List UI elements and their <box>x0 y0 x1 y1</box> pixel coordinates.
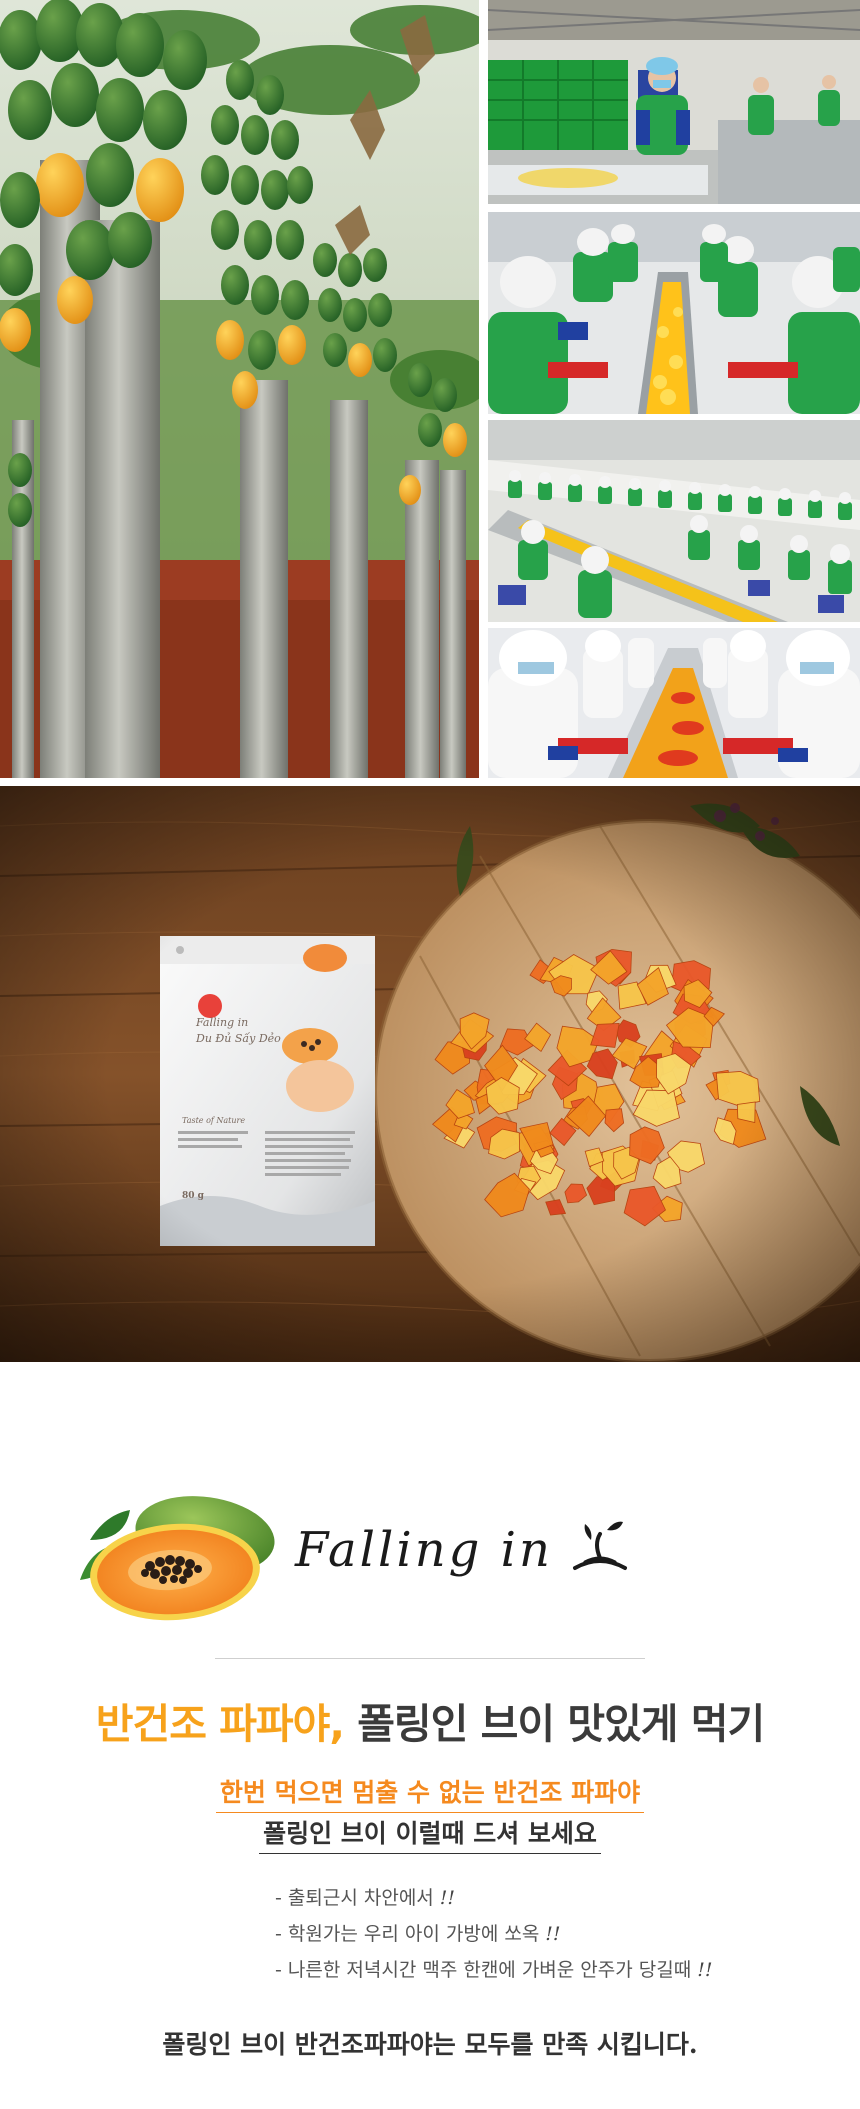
factory-photo-cutting <box>488 212 860 414</box>
list-item: - 나른한 저녁시간 맥주 한캔에 가벼운 안주가 당길때!! <box>275 1952 795 1988</box>
factory-photo-line <box>488 420 860 622</box>
papaya-orchard-photo <box>0 0 479 778</box>
factory-photo-sorting <box>488 0 860 204</box>
subheading-dark-text: 폴링인 브이 이럴때 드셔 보세요 <box>259 1814 601 1854</box>
factory-photo-packing <box>488 628 860 778</box>
photo-collage <box>0 0 860 782</box>
subheading-orange: 한번 먹으면 멈출 수 없는 반건조 파파야 <box>0 1773 860 1813</box>
brand-logo-row: Falling in <box>70 1470 790 1640</box>
section-divider <box>215 1658 645 1659</box>
falling-in-script-logo: Falling in <box>295 1522 553 1578</box>
splash-drop-icon <box>573 1521 627 1570</box>
papaya-illustration-icon <box>80 1496 275 1621</box>
list-item-text: - 나른한 저녁시간 맥주 한캔에 가벼운 안주가 당길때 <box>275 1959 692 1981</box>
subheading-orange-text: 한번 먹으면 멈출 수 없는 반건조 파파야 <box>215 1773 645 1813</box>
list-item-mark: !! <box>697 1959 713 1981</box>
list-item-mark: !! <box>545 1923 561 1945</box>
usage-list: - 출퇴근시 차안에서!! - 학원가는 우리 아이 가방에 쏘옥!! - 나른… <box>275 1880 795 1988</box>
list-item: - 학원가는 우리 아이 가방에 쏘옥!! <box>275 1916 795 1952</box>
headline-rest: 폴링인 브이 맛있게 먹기 <box>343 1700 765 1748</box>
headline-highlight: 반건조 파파야, <box>95 1700 345 1748</box>
list-item-text: - 학원가는 우리 아이 가방에 쏘옥 <box>275 1923 540 1945</box>
list-item-text: - 출퇴근시 차안에서 <box>275 1887 434 1909</box>
subheading-dark: 폴링인 브이 이럴때 드셔 보세요 <box>0 1814 860 1854</box>
list-item: - 출퇴근시 차안에서!! <box>275 1880 795 1916</box>
product-detail-page: Falling in Du Đủ Sấy Dẻo Taste of Nature… <box>0 0 860 2109</box>
closing-statement: 폴링인 브이 반건조파파야는 모두를 만족 시킵니다. <box>162 2030 698 2059</box>
list-item-mark: !! <box>439 1887 456 1909</box>
product-photo-dried-papaya: Falling in Du Đủ Sấy Dẻo Taste of Nature… <box>0 786 860 1362</box>
headline: 반건조 파파야, 폴링인 브이 맛있게 먹기 <box>0 1690 860 1750</box>
